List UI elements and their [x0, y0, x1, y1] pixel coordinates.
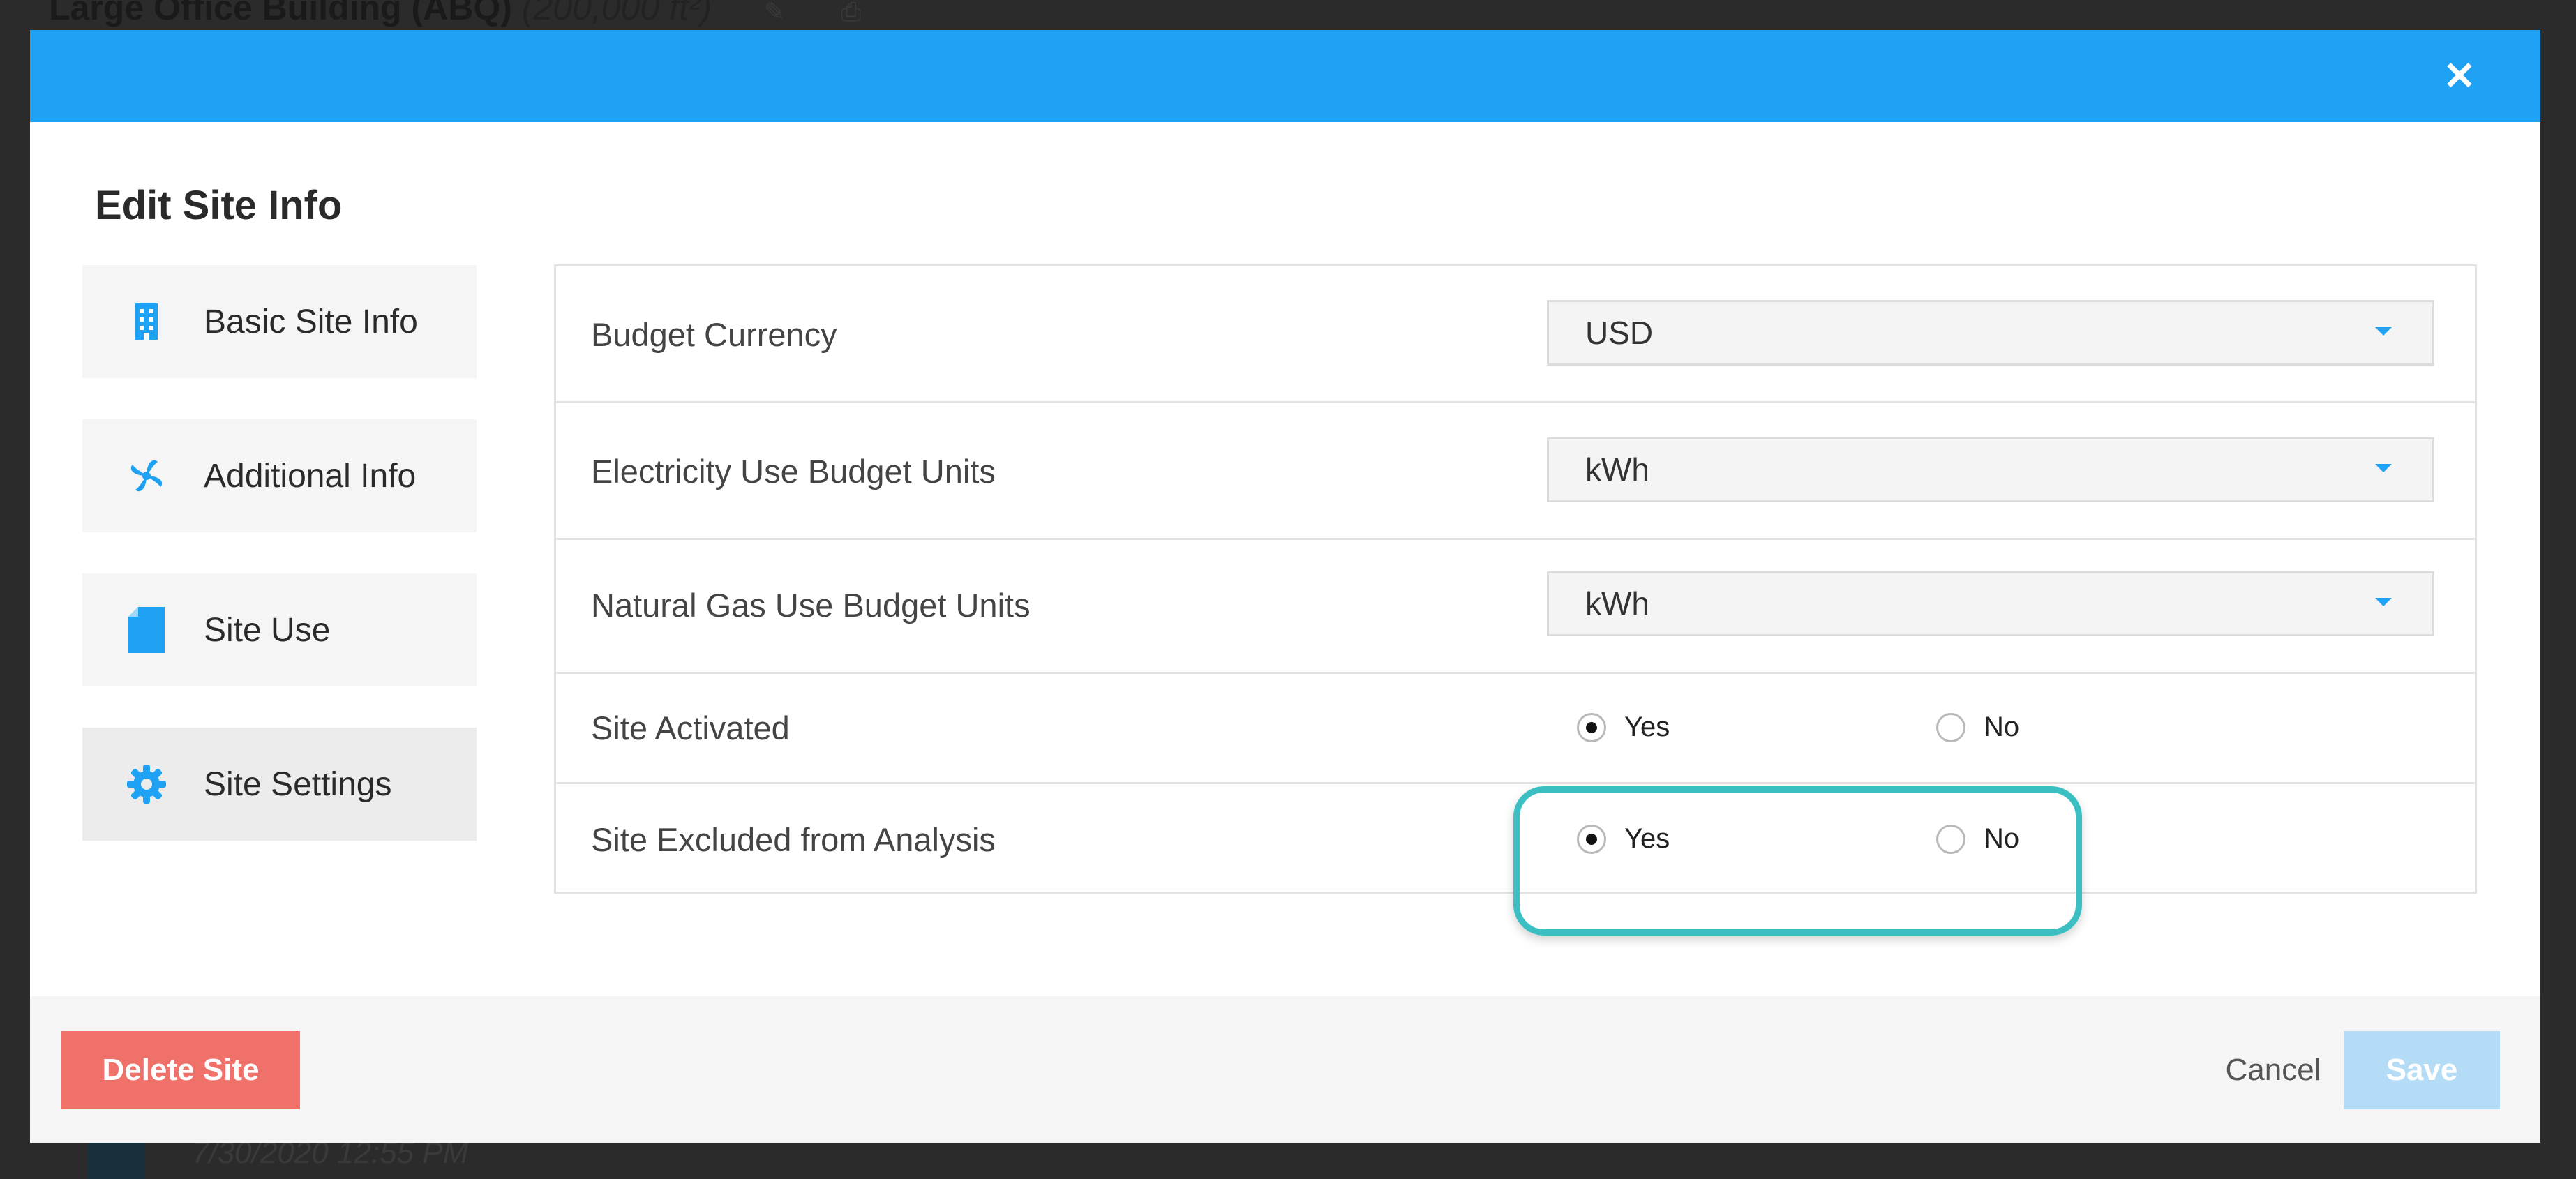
budget-currency-label: Budget Currency: [591, 316, 837, 353]
highlight-annotation: [1513, 786, 2082, 936]
chevron-down-icon: [2375, 598, 2392, 606]
chevron-down-icon: [2375, 464, 2392, 472]
gas-units-value: kWh: [1585, 585, 1649, 622]
setting-row-site-activated: Site Activated Yes No: [556, 674, 2475, 784]
fan-icon: [124, 453, 169, 498]
background-avatar: [87, 1137, 144, 1179]
electricity-units-value: kWh: [1585, 451, 1649, 488]
sidebar-item-label: Site Settings: [204, 765, 392, 803]
site-settings-form: Budget Currency USD Electricity Use Budg…: [554, 264, 2477, 894]
sidebar-item-site-settings[interactable]: Site Settings: [82, 728, 477, 841]
site-activated-no-radio[interactable]: No: [1936, 712, 2019, 743]
setting-row-budget-currency: Budget Currency USD: [556, 266, 2475, 403]
electricity-units-label: Electricity Use Budget Units: [591, 453, 996, 490]
delete-site-button[interactable]: Delete Site: [61, 1031, 300, 1109]
sidebar-item-site-use[interactable]: Site Use: [82, 573, 477, 686]
close-icon[interactable]: ✕: [2440, 57, 2479, 96]
site-activated-yes-radio[interactable]: Yes: [1577, 712, 1670, 743]
radio-selected-icon: [1577, 712, 1606, 742]
print-icon: ⎙: [841, 0, 861, 26]
building-icon: [124, 299, 169, 344]
setting-row-electricity-units: Electricity Use Budget Units kWh: [556, 403, 2475, 540]
modal-footer: Delete Site Cancel Save: [30, 996, 2540, 1143]
sidebar-item-additional-info[interactable]: Additional Info: [82, 419, 477, 532]
chevron-down-icon: [2375, 327, 2392, 336]
budget-currency-value: USD: [1585, 315, 1654, 351]
site-activated-label: Site Activated: [591, 709, 790, 746]
edit-site-info-modal: ✕ Edit Site Info Basic Site Info Additio…: [30, 30, 2540, 1143]
cancel-button[interactable]: Cancel: [2200, 1031, 2346, 1109]
setting-row-gas-units: Natural Gas Use Budget Units kWh: [556, 540, 2475, 674]
gear-icon: [124, 762, 169, 806]
sidebar-item-label: Site Use: [204, 611, 331, 649]
sidebar-item-basic-site-info[interactable]: Basic Site Info: [82, 265, 477, 378]
edit-icon: ✎: [764, 0, 786, 26]
background-area-text: (200,000 ft²): [521, 0, 712, 27]
gas-units-select[interactable]: kWh: [1547, 571, 2434, 636]
electricity-units-select[interactable]: kWh: [1547, 437, 2434, 502]
save-button[interactable]: Save: [2344, 1031, 2500, 1109]
background-toolbar: ✎ ⎙: [764, 0, 910, 27]
sidebar-item-label: Basic Site Info: [204, 303, 418, 340]
budget-currency-select[interactable]: USD: [1547, 300, 2434, 366]
background-title-text: Large Office Building (ABQ): [49, 0, 512, 27]
radio-unselected-icon: [1936, 712, 1965, 742]
modal-title: Edit Site Info: [95, 183, 343, 228]
gas-units-label: Natural Gas Use Budget Units: [591, 587, 1031, 624]
radio-label: Yes: [1624, 712, 1670, 742]
background-page-title: Large Office Building (ABQ) (200,000 ft²…: [49, 0, 712, 29]
sidebar-item-label: Additional Info: [204, 457, 417, 495]
radio-label: No: [1984, 712, 2020, 742]
modal-header: ✕: [30, 30, 2540, 122]
site-excluded-label: Site Excluded from Analysis: [591, 821, 996, 858]
document-icon: [124, 607, 169, 653]
